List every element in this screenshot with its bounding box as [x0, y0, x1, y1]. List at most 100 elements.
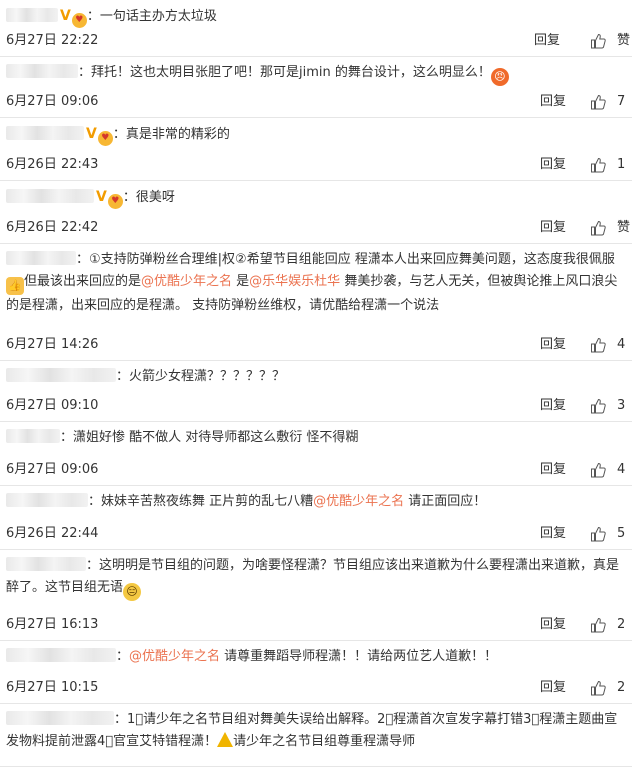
blurred-username[interactable] [6, 8, 58, 22]
fan-badge-icon: ♥ [97, 131, 113, 146]
reply-button[interactable]: 回复 [540, 525, 566, 543]
comment-text: 但最该出来回应的是 [24, 274, 142, 289]
comment-item: ：1⃣请少年之名节目组对舞美失误给出解释。2⃣程潇首次宣发字幕打错3⃣程潇主题曲… [0, 704, 632, 767]
comment-text: 请正面回应！ [404, 494, 487, 509]
comment-timestamp: 6月27日 09:06 [6, 462, 99, 477]
comment-meta: 6月27日 09:06 回复 4 [6, 461, 632, 479]
reply-button[interactable]: 回复 [540, 679, 566, 697]
blurred-username[interactable] [6, 711, 114, 725]
like-count: 5 [617, 526, 626, 541]
mention-link[interactable]: @乐华娱乐杜华 [249, 274, 340, 289]
comment-item: ：这明明是节目组的问题，为啥要怪程潇？节目组应该出来道歉为什么要程潇出来道歉，真… [0, 550, 632, 641]
comment-text: ：这明明是节目组的问题，为啥要怪程潇？节目组应该出来道歉为什么要程潇出来道歉，真… [6, 558, 620, 595]
like-count: 4 [617, 337, 626, 352]
comment-content: ：妹妹辛苦熬夜练舞 正片剪的乱七八糟@优酷少年之名 请正面回应！ [6, 491, 626, 513]
blurred-username[interactable] [6, 251, 76, 265]
like-count: 赞 [617, 33, 631, 48]
comment-meta: 6月26日 22:43 回复 1 [6, 156, 632, 174]
comment-content: ：这明明是节目组的问题，为啥要怪程潇？节目组应该出来道歉为什么要程潇出来道歉，真… [6, 555, 626, 601]
thumbs-up-icon [590, 526, 606, 542]
comment-content: V ♥ ：一句话主办方太垃圾 [6, 5, 626, 28]
comment-timestamp: 6月27日 14:26 [6, 337, 99, 352]
blurred-username[interactable] [6, 368, 116, 382]
comment-text: ：妹妹辛苦熬夜练舞 正片剪的乱七八糟 [88, 494, 314, 509]
thumbs-up-icon [590, 220, 606, 236]
like-count: 2 [617, 617, 626, 632]
comment-item: V ♥ ：真是非常的精彩的 6月26日 22:43 回复 1 [0, 118, 632, 181]
reply-button[interactable]: 回复 [540, 461, 566, 479]
comment-content: ：1⃣请少年之名节目组对舞美失误给出解释。2⃣程潇首次宣发字幕打错3⃣程潇主题曲… [6, 709, 626, 753]
reply-button[interactable]: 回复 [540, 156, 566, 174]
reply-button[interactable]: 回复 [534, 32, 560, 50]
thumbs-up-icon [590, 94, 606, 110]
comment-text: 是 [232, 274, 250, 289]
comment-item: ：@优酷少年之名 请尊重舞蹈导师程潇！！请给两位艺人道歉！！ 6月27日 10:1… [0, 641, 632, 704]
comment-text: ：潇姐好惨 酷不做人 对待导师都这么敷衍 怪不得糊 [60, 430, 359, 445]
blurred-username[interactable] [6, 557, 86, 571]
comment-meta: 6月26日 22:44 回复 5 [6, 525, 632, 543]
mention-link[interactable]: @优酷少年之名 [313, 494, 404, 509]
thumbs-up-icon [590, 157, 606, 173]
thumbs-up-emoji: 👍 [6, 277, 24, 295]
mention-link[interactable]: @优酷少年之名 [141, 274, 232, 289]
thumbs-up-icon [590, 462, 606, 478]
like-count: 7 [617, 94, 626, 109]
comment-text: ：拜托！这也太明目张胆了吧！那可是jimin 的舞台设计，这么明显么！ [78, 65, 491, 80]
like-count: 3 [617, 398, 626, 413]
comment-timestamp: 6月27日 16:13 [6, 617, 99, 632]
reply-button[interactable]: 回复 [540, 336, 566, 354]
mention-link[interactable]: @优酷少年之名 [129, 649, 220, 664]
comment-text: 请尊重舞蹈导师程潇！！请给两位艺人道歉！！ [220, 649, 498, 664]
comment-text: ：很美呀 [122, 190, 175, 205]
reply-button[interactable]: 回复 [540, 93, 566, 111]
comment-text: 请少年之名节目组尊重程潇导师 [233, 734, 416, 749]
comment-text: ：①支持防弹粉丝合理维|权②希望节目组能回应 程潇本人出来回应舞美问题，这态度我… [76, 252, 615, 267]
reply-button[interactable]: 回复 [540, 397, 566, 415]
comment-timestamp: 6月27日 22:22 [6, 33, 99, 48]
comment-meta: 6月27日 22:22 回复 赞 [6, 32, 632, 50]
thumbs-up-icon [590, 337, 606, 353]
like-count: 赞 [617, 220, 631, 235]
blurred-username[interactable] [6, 64, 78, 78]
comment-content: ：潇姐好惨 酷不做人 对待导师都这么敷衍 怪不得糊 [6, 427, 626, 449]
verified-v-icon: V [86, 126, 97, 142]
comment-content: V ♥ ：很美呀 [6, 186, 626, 209]
comment-meta: 6月27日 09:06 回复 7 [6, 93, 632, 111]
thumbs-up-icon [590, 680, 606, 696]
blurred-username[interactable] [6, 493, 88, 507]
comment-text: ：一句话主办方太垃圾 [86, 9, 217, 24]
comment-item: ：拜托！这也太明目张胆了吧！那可是jimin 的舞台设计，这么明显么！ 😠 6月27… [0, 57, 632, 118]
blurred-username[interactable] [6, 189, 94, 203]
comment-timestamp: 6月26日 22:43 [6, 157, 99, 172]
comment-item: ：潇姐好惨 酷不做人 对待导师都这么敷衍 怪不得糊 6月27日 09:06 回复 4 [0, 422, 632, 486]
reply-button[interactable]: 回复 [540, 616, 566, 634]
thumbs-up-icon [590, 617, 606, 633]
like-count: 4 [617, 462, 626, 477]
thumbs-up-icon [590, 33, 606, 49]
comment-timestamp: 6月26日 22:44 [6, 526, 99, 541]
comment-timestamp: 6月27日 09:10 [6, 398, 99, 413]
comment-content: ：@优酷少年之名 请尊重舞蹈导师程潇！！请给两位艺人道歉！！ [6, 646, 626, 668]
comment-item: ：火箭少女程潇？？？？？？ 6月27日 09:10 回复 3 [0, 361, 632, 422]
comment-timestamp: 6月26日 22:42 [6, 220, 99, 235]
blurred-username[interactable] [6, 126, 84, 140]
angry-emoji: 😠 [490, 68, 509, 86]
comment-content: ：火箭少女程潇？？？？？？ [6, 366, 626, 388]
comment-item: ：妹妹辛苦熬夜练舞 正片剪的乱七八糟@优酷少年之名 请正面回应！ 6月26日 22… [0, 486, 632, 550]
comment-meta: 6月27日 09:10 回复 3 [6, 397, 632, 415]
comment-text: ： [116, 649, 130, 664]
reply-button[interactable]: 回复 [540, 219, 566, 237]
blurred-username[interactable] [6, 429, 60, 443]
like-count: 1 [617, 157, 626, 172]
blurred-username[interactable] [6, 648, 116, 662]
comment-text: ：火箭少女程潇？？？？？？ [116, 369, 286, 384]
fan-badge-icon: ♥ [71, 13, 87, 28]
comment-meta: 6月26日 22:42 回复 赞 [6, 219, 632, 237]
verified-v-icon: V [96, 189, 107, 205]
comment-timestamp: 6月27日 10:15 [6, 680, 99, 695]
fan-badge-icon: ♥ [107, 194, 123, 209]
warning-emoji [217, 732, 234, 747]
comment-content: ：拜托！这也太明目张胆了吧！那可是jimin 的舞台设计，这么明显么！ 😠 [6, 62, 626, 86]
comment-meta: 6月27日 16:13 回复 2 [6, 616, 632, 634]
comment-list: V ♥ ：一句话主办方太垃圾 6月27日 22:22 回复赞：拜托！这也太明目张胆了吧！… [0, 0, 632, 767]
